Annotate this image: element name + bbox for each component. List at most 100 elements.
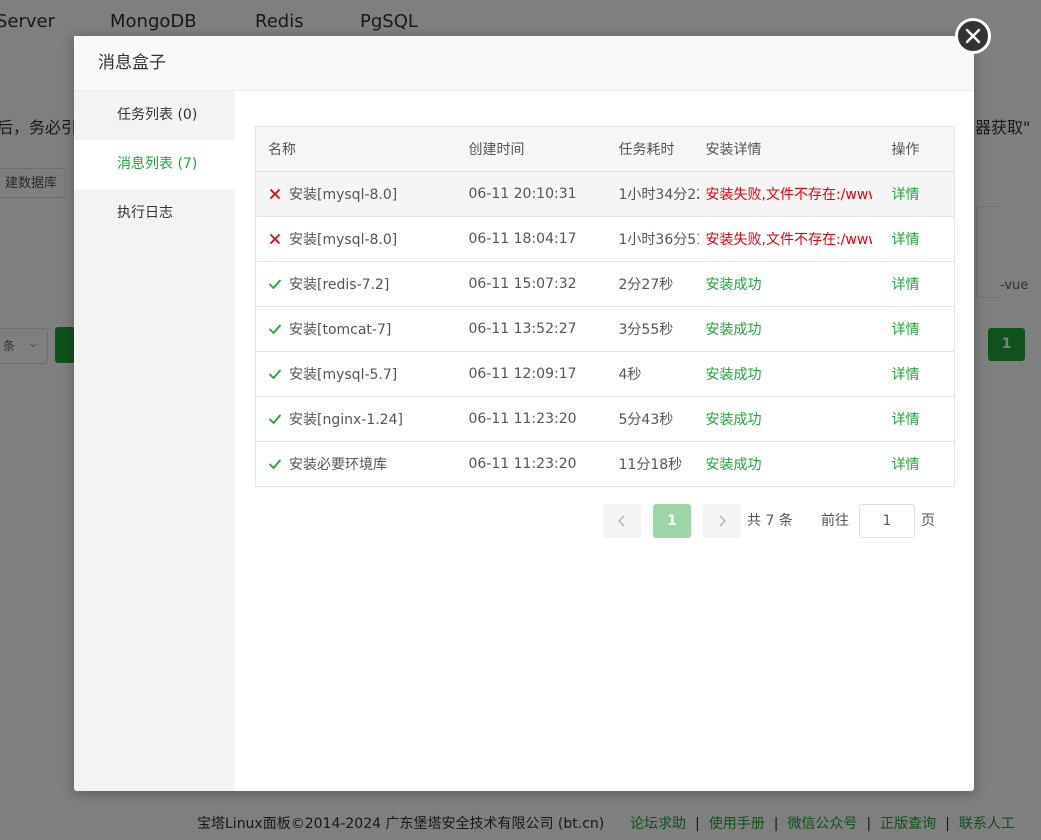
cell-detail: 安装失败,文件不存在:/www/server/panel/install/mys…	[705, 171, 892, 217]
cell-action: 详情	[891, 261, 954, 307]
cell-name: 安装[redis-7.2]	[255, 261, 469, 307]
cell-created-time: 06-11 18:04:17	[468, 216, 619, 262]
table-row: 安装必要环境库 06-11 11:23:20 11分18秒 安装成功 详情	[255, 441, 954, 487]
cell-duration: 4秒	[618, 351, 706, 397]
prev-page-button[interactable]	[603, 504, 641, 538]
task-name: 安装[mysql-5.7]	[289, 367, 398, 383]
cell-action: 详情	[891, 306, 954, 352]
task-name: 安装[redis-7.2]	[289, 277, 390, 293]
details-link[interactable]: 详情	[892, 277, 920, 293]
table-row: 安装[tomcat-7] 06-11 13:52:27 3分55秒 安装成功 详情	[255, 306, 954, 352]
sidebar-item-message-list[interactable]: 消息列表 (7)	[74, 140, 235, 189]
success-check-icon	[269, 369, 281, 379]
duration-text: 2分27秒	[618, 277, 674, 293]
duration-text: 5分43秒	[618, 412, 674, 428]
cell-name: 安装必要环境库	[255, 441, 469, 487]
cell-created-time: 06-11 11:23:20	[468, 441, 619, 487]
cell-name: 安装[tomcat-7]	[255, 306, 469, 352]
task-name: 安装[nginx-1.24]	[289, 412, 403, 428]
fail-x-icon	[270, 189, 280, 199]
duration-text: 3分55秒	[618, 322, 674, 338]
task-name: 安装[tomcat-7]	[289, 322, 392, 338]
cell-duration: 11分18秒	[618, 441, 706, 487]
cell-created-time: 06-11 13:52:27	[468, 306, 619, 352]
details-link[interactable]: 详情	[892, 232, 920, 248]
duration-text: 1小时36分51秒	[618, 232, 699, 248]
column-header-action: 操作	[891, 126, 954, 172]
modal-title: 消息盒子	[74, 36, 974, 91]
duration-text: 1小时34分22秒	[618, 187, 699, 203]
table-row: 安装[mysql-8.0] 06-11 20:10:311小时34分22秒安装失败…	[255, 171, 954, 217]
cell-action: 详情	[891, 351, 954, 397]
page-number-current[interactable]: 1	[653, 504, 691, 538]
cell-name: 安装[nginx-1.24]	[255, 396, 469, 442]
cell-created-time: 06-11 11:23:20	[468, 396, 619, 442]
details-link[interactable]: 详情	[892, 412, 920, 428]
cell-duration: 3分55秒	[618, 306, 706, 352]
success-check-icon	[269, 324, 281, 334]
table-row: 安装[mysql-8.0] 06-11 18:04:171小时36分51秒安装失败…	[255, 216, 954, 262]
pagination-total: 共 7 条	[747, 513, 793, 529]
details-link[interactable]: 详情	[892, 367, 920, 383]
cell-detail: 安装成功	[705, 441, 892, 487]
column-header-duration: 任务耗时	[618, 126, 706, 172]
install-detail-text: 安装失败,文件不存在:/www/server/panel/install/mys…	[705, 232, 872, 248]
close-icon	[965, 28, 981, 44]
cell-duration: 1小时34分22秒	[618, 171, 706, 217]
success-check-icon	[269, 414, 281, 424]
modal-content: 名称 创建时间 任务耗时 安装详情 操作 安装[mysql-8.0] 06-11 …	[235, 91, 974, 791]
table-row: 安装[mysql-5.7] 06-11 12:09:17 4秒 安装成功 详情	[255, 351, 954, 397]
cell-created-time: 06-11 20:10:31	[468, 171, 619, 217]
cell-name: 安装[mysql-8.0]	[255, 216, 469, 262]
details-link[interactable]: 详情	[892, 322, 920, 338]
cell-detail: 安装成功	[705, 396, 892, 442]
install-detail-text: 安装成功	[705, 412, 762, 428]
cell-name: 安装[mysql-5.7]	[255, 351, 469, 397]
goto-page-input[interactable]	[859, 504, 915, 538]
duration-text: 4秒	[618, 367, 642, 383]
table-header-row: 名称 创建时间 任务耗时 安装详情 操作	[255, 126, 954, 172]
message-box-modal: 消息盒子 任务列表 (0) 消息列表 (7) 执行日志 名称 创建时间 任务耗时…	[74, 36, 974, 791]
cell-action: 详情	[891, 441, 954, 487]
duration-text: 11分18秒	[618, 457, 683, 473]
cell-duration: 2分27秒	[618, 261, 706, 307]
install-detail-text: 安装成功	[705, 367, 762, 383]
modal-sidebar: 任务列表 (0) 消息列表 (7) 执行日志	[74, 91, 235, 791]
table-row: 安装[nginx-1.24] 06-11 11:23:20 5分43秒 安装成功 详情	[255, 396, 954, 442]
details-link[interactable]: 详情	[892, 187, 920, 203]
cell-duration: 5分43秒	[618, 396, 706, 442]
cell-created-time: 06-11 12:09:17	[468, 351, 619, 397]
cell-action: 详情	[891, 396, 954, 442]
next-page-button[interactable]	[703, 504, 741, 538]
success-check-icon	[269, 279, 281, 289]
install-detail-text: 安装成功	[705, 322, 762, 338]
chevron-right-icon	[719, 515, 727, 527]
install-detail-text: 安装失败,文件不存在:/www/server/panel/install/mys…	[705, 187, 872, 203]
cell-duration: 1小时36分51秒	[618, 216, 706, 262]
table-row: 安装[redis-7.2] 06-11 15:07:32 2分27秒 安装成功 详情	[255, 261, 954, 307]
cell-created-time: 06-11 15:07:32	[468, 261, 619, 307]
task-name: 安装[mysql-8.0]	[289, 187, 398, 203]
close-modal-button[interactable]	[955, 18, 991, 54]
install-detail-text: 安装成功	[705, 277, 762, 293]
sidebar-item-task-list[interactable]: 任务列表 (0)	[74, 91, 235, 140]
column-header-created: 创建时间	[468, 126, 619, 172]
cell-name: 安装[mysql-8.0]	[255, 171, 469, 217]
cell-detail: 安装成功	[705, 306, 892, 352]
sidebar-item-execution-log[interactable]: 执行日志	[74, 189, 235, 238]
install-detail-text: 安装成功	[705, 457, 762, 473]
cell-action: 详情	[891, 216, 954, 262]
column-header-name: 名称	[255, 126, 469, 172]
cell-detail: 安装成功	[705, 261, 892, 307]
success-check-icon	[269, 459, 281, 469]
task-name: 安装[mysql-8.0]	[289, 232, 398, 248]
pagination-goto-label: 前往	[821, 513, 849, 529]
cell-action: 详情	[891, 171, 954, 217]
cell-detail: 安装失败,文件不存在:/www/server/panel/install/mys…	[705, 216, 892, 262]
cell-detail: 安装成功	[705, 351, 892, 397]
details-link[interactable]: 详情	[892, 457, 920, 473]
fail-x-icon	[270, 234, 280, 244]
chevron-left-icon	[617, 515, 625, 527]
pagination-page-suffix: 页	[921, 513, 935, 529]
column-header-detail: 安装详情	[705, 126, 892, 172]
